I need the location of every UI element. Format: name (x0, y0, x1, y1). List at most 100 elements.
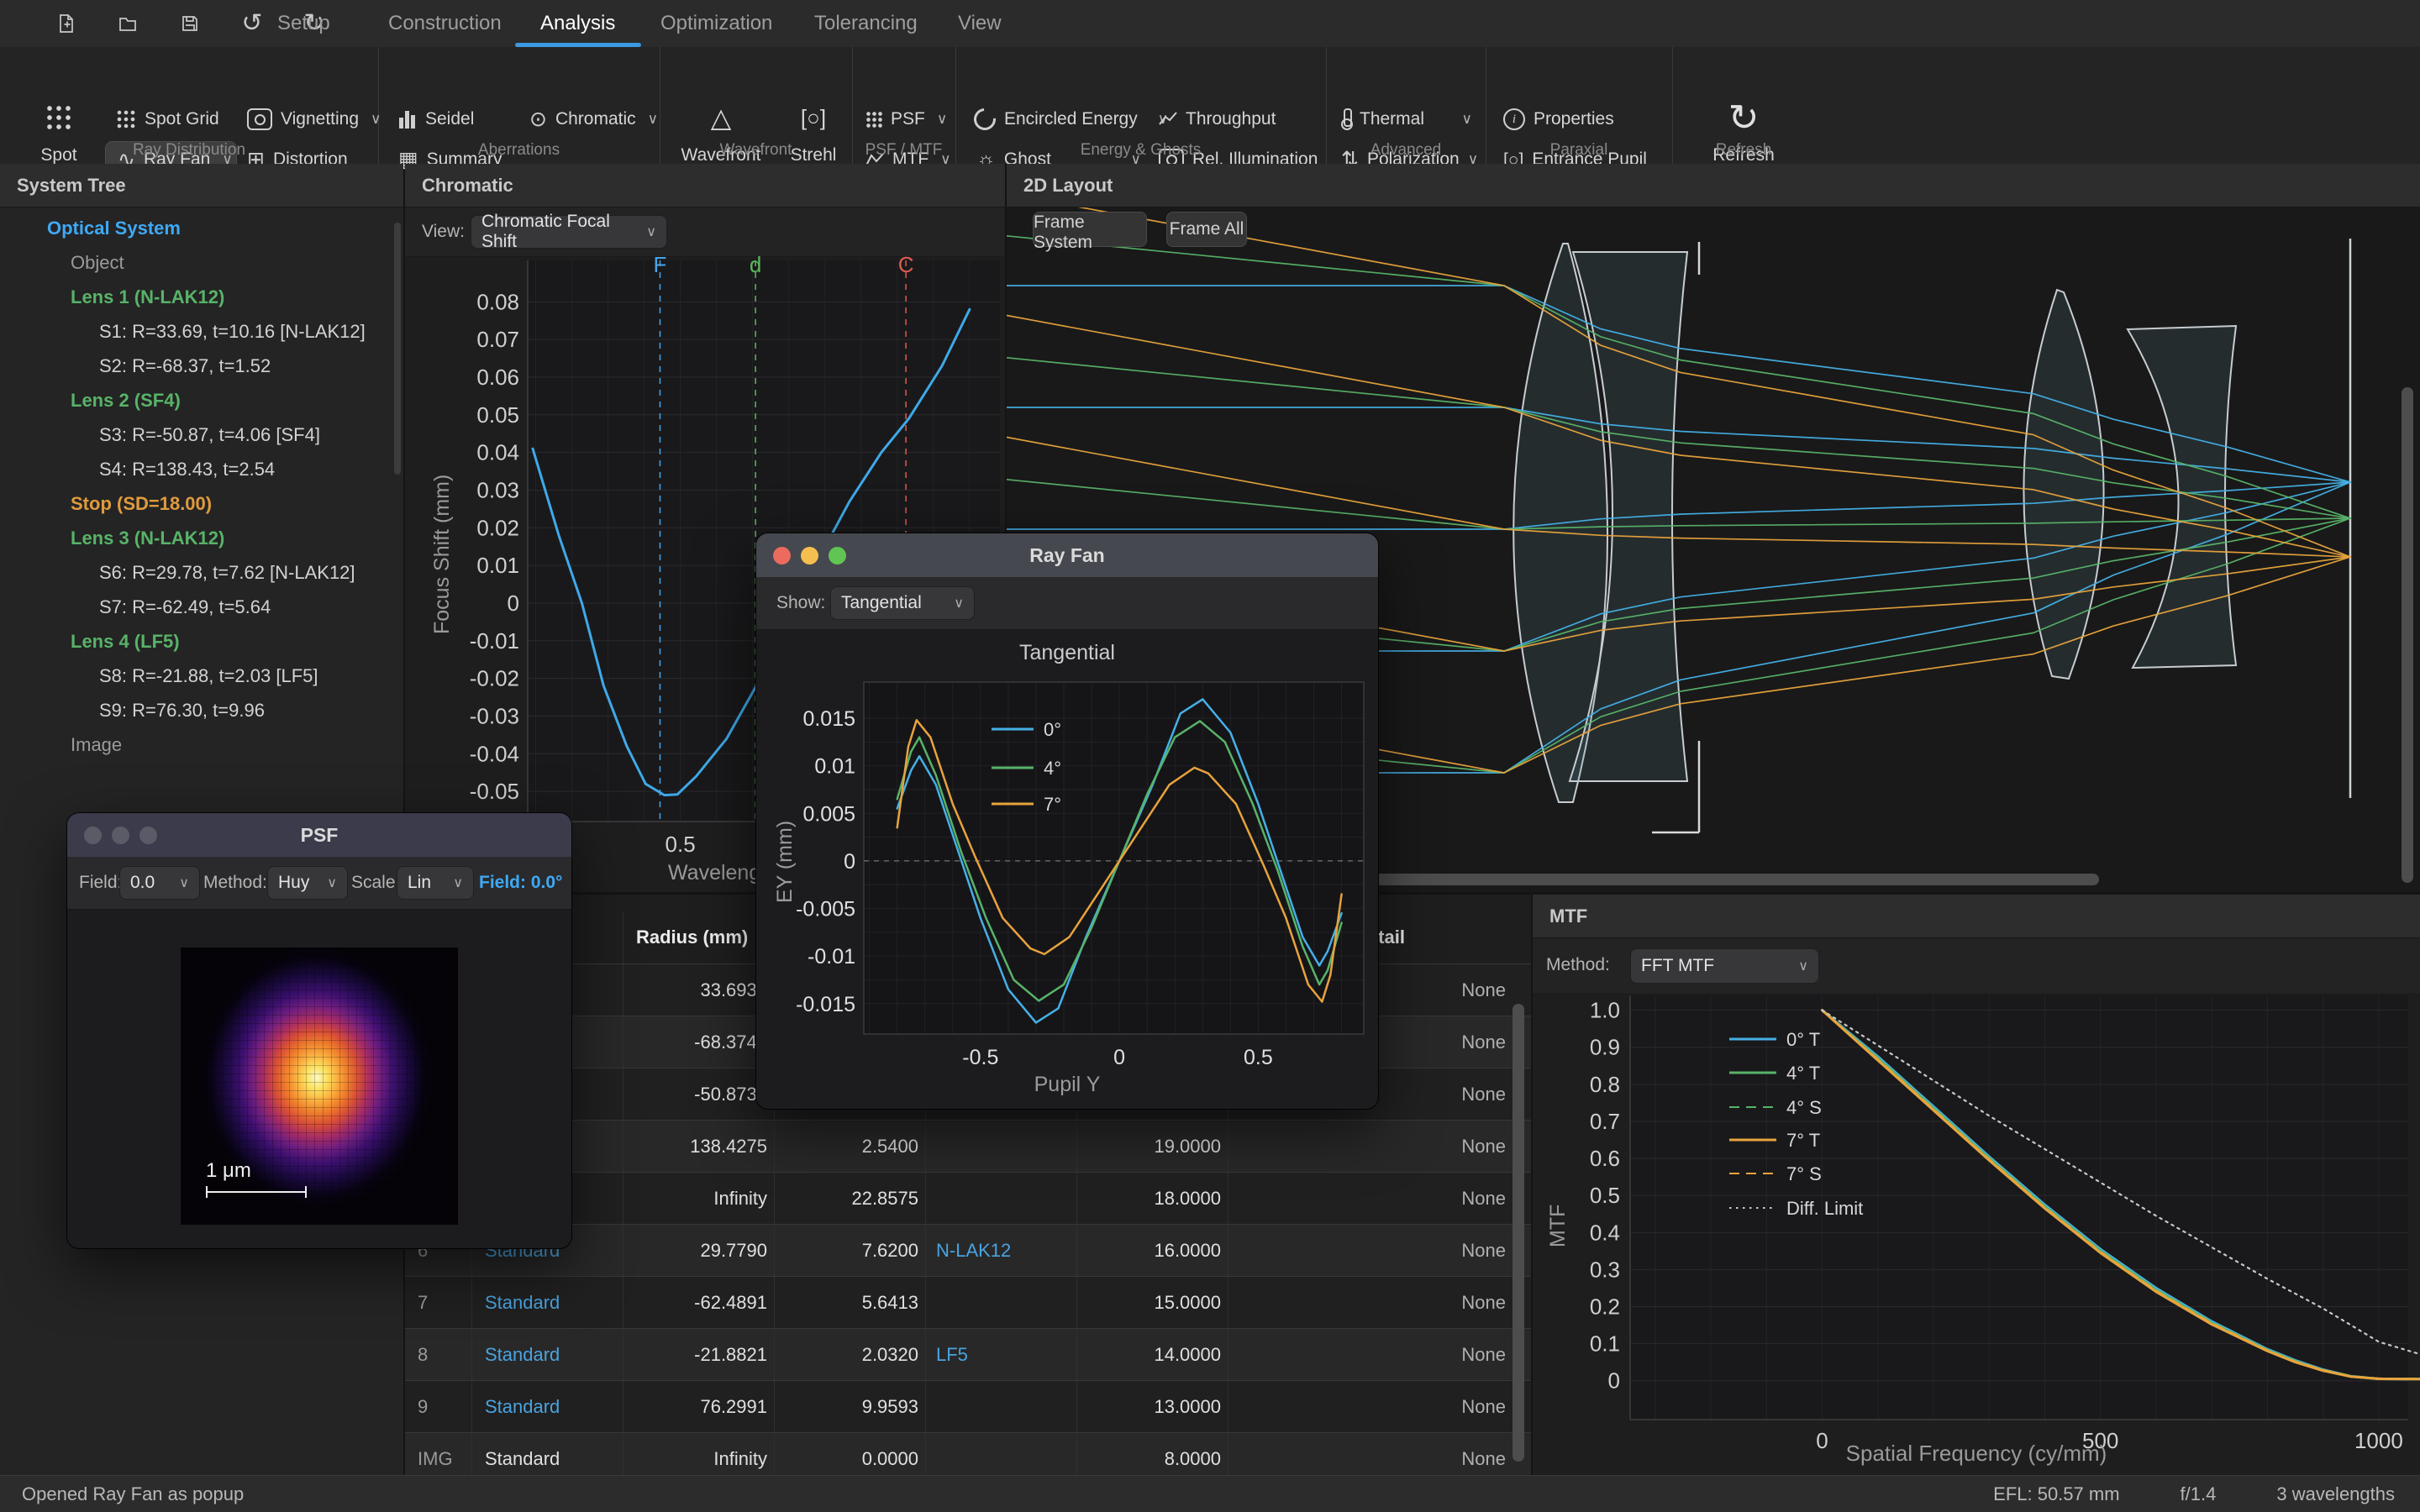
field-info-badge: Field: 0.0° (479, 866, 562, 900)
svg-text:0.4: 0.4 (1590, 1220, 1620, 1245)
svg-text:0.8: 0.8 (1590, 1072, 1620, 1097)
svg-text:0: 0 (1113, 1046, 1125, 1069)
ray-fan-chart-title: Tangential (756, 641, 1378, 665)
minimize-icon[interactable] (112, 827, 129, 844)
table-row[interactable]: 9Standard76.29919.959313.0000None (405, 1380, 1531, 1432)
svg-text:0.005: 0.005 (802, 802, 855, 826)
encircled-energy-button[interactable]: Encircled Energy ∨ (974, 101, 1168, 138)
table-row[interactable]: 5StandardInfinity22.857518.0000None (405, 1172, 1531, 1224)
svg-text:d: d (750, 256, 761, 277)
tree-item[interactable]: S7: R=-62.49, t=5.64 (0, 590, 398, 624)
svg-text:0° T: 0° T (1786, 1029, 1820, 1050)
method-dropdown[interactable]: FFT MTF∨ (1630, 948, 1819, 984)
layout-vertical-scrollbar[interactable] (2402, 387, 2413, 883)
view-dropdown[interactable]: Chromatic Focal Shift∨ (471, 215, 667, 249)
tab-setup[interactable]: Setup (277, 0, 330, 47)
close-icon[interactable] (773, 547, 791, 564)
psf-button[interactable]: PSF ∨ (865, 101, 947, 138)
svg-text:0.06: 0.06 (476, 365, 519, 390)
tree-scrollbar[interactable] (394, 223, 401, 475)
table-row[interactable]: 8Standard-21.88212.0320LF514.0000None (405, 1328, 1531, 1380)
tree-item[interactable]: Object (0, 245, 398, 280)
ray-fan-xlabel: Pupil Y (756, 1073, 1378, 1097)
tree-item[interactable]: Optical System (0, 211, 398, 245)
svg-text:0.01: 0.01 (814, 755, 855, 779)
spot-grid-button[interactable]: Spot Grid (116, 101, 219, 138)
minimize-icon[interactable] (801, 547, 818, 564)
psf-intensity-image: 1 μm (181, 948, 458, 1225)
undo-icon[interactable]: ↺ (239, 11, 265, 36)
open-folder-icon[interactable] (115, 11, 140, 36)
seidel-button[interactable]: Seidel (398, 101, 474, 138)
new-file-icon[interactable] (54, 11, 79, 36)
properties-button[interactable]: i Properties (1503, 101, 1614, 138)
svg-text:-0.5: -0.5 (962, 1046, 998, 1069)
psf-controls: Field: 0.0∨ Method: Huy∨ Scale: Lin∨ Fie… (67, 857, 571, 910)
ray-fan-controls: Show: Tangential∨ (756, 577, 1378, 630)
vignetting-button[interactable]: Vignetting ∨ (247, 101, 381, 138)
svg-text:0.01: 0.01 (476, 553, 519, 578)
mtf-header: MTF (1533, 895, 2420, 938)
svg-text:-0.005: -0.005 (796, 898, 855, 921)
tab-analysis[interactable]: Analysis (540, 0, 615, 47)
group-refresh: ↻ RefreshAll Refresh (1672, 47, 1815, 164)
view-label: View: (422, 215, 465, 249)
tree-item[interactable]: S1: R=33.69, t=10.16 [N-LAK12] (0, 314, 398, 349)
group-label: Refresh (1672, 141, 1815, 160)
table-scrollbar[interactable] (1512, 1004, 1524, 1462)
frame-all-button[interactable]: Frame All (1166, 212, 1247, 247)
tree-item[interactable]: Stop (SD=18.00) (0, 486, 398, 521)
svg-text:0.02: 0.02 (476, 515, 519, 540)
tree-item[interactable]: Lens 3 (N-LAK12) (0, 521, 398, 555)
frame-system-button[interactable]: Frame System (1033, 212, 1147, 247)
tab-tolerancing[interactable]: Tolerancing (814, 0, 918, 47)
svg-text:-0.05: -0.05 (470, 779, 519, 804)
tree-item[interactable]: Lens 4 (LF5) (0, 624, 398, 659)
group-advanced: Thermal ∨ ⇅ Polarization ∨ Advanced (1326, 47, 1486, 164)
system-tree-list: Optical SystemObjectLens 1 (N-LAK12)S1: … (0, 211, 398, 762)
zoom-icon[interactable] (829, 547, 846, 564)
zoom-icon[interactable] (139, 827, 157, 844)
tree-item[interactable]: S4: R=138.43, t=2.54 (0, 452, 398, 486)
tree-item[interactable]: Lens 2 (SF4) (0, 383, 398, 417)
svg-text:7° T: 7° T (1786, 1130, 1820, 1151)
close-icon[interactable] (84, 827, 102, 844)
tree-item[interactable]: S2: R=-68.37, t=1.52 (0, 349, 398, 383)
chromatic-header: Chromatic (405, 164, 1005, 207)
tree-item[interactable]: S8: R=-21.88, t=2.03 [LF5] (0, 659, 398, 693)
field-dropdown[interactable]: 0.0∨ (119, 866, 200, 900)
tab-view[interactable]: View (958, 0, 1002, 47)
group-wavefront: △ Wavefront/ OPD [○] StrehlRatio Wavefro… (660, 47, 853, 164)
group-label: Ray Distribution (0, 141, 378, 160)
status-bar: Opened Ray Fan as popup EFL: 50.57 mm f/… (0, 1475, 2420, 1512)
layout-2d-header: 2D Layout (1007, 164, 2420, 207)
svg-text:0.2: 0.2 (1590, 1294, 1620, 1319)
tree-item[interactable]: S6: R=29.78, t=7.62 [N-LAK12] (0, 555, 398, 590)
throughput-button[interactable]: Throughput (1159, 101, 1276, 138)
status-message: Opened Ray Fan as popup (22, 1483, 244, 1505)
scale-dropdown[interactable]: Lin∨ (397, 866, 474, 900)
tree-item[interactable]: S9: R=76.30, t=9.96 (0, 693, 398, 727)
show-dropdown[interactable]: Tangential∨ (830, 586, 975, 620)
svg-text:0.5: 0.5 (1244, 1046, 1273, 1069)
tab-optimization[interactable]: Optimization (660, 0, 772, 47)
group-label: Aberrations (378, 141, 660, 160)
table-row[interactable]: 6Standard29.77907.6200N-LAK1216.0000None (405, 1224, 1531, 1276)
chromatic-ylabel: Focus Shift (mm) (430, 475, 455, 634)
svg-text:0.04: 0.04 (476, 440, 519, 465)
mtf-panel: MTF Method: FFT MTF∨ 1.00.90.80.70.60.50… (1533, 895, 2420, 1475)
tree-item[interactable]: Image (0, 727, 398, 762)
chromatic-button[interactable]: ⊙ Chromatic ∨ (529, 101, 658, 138)
svg-text:0.9: 0.9 (1590, 1035, 1620, 1060)
tab-construction[interactable]: Construction (388, 0, 502, 47)
thermal-button[interactable]: Thermal ∨ (1341, 101, 1472, 138)
chromatic-controls: View: Chromatic Focal Shift∨ (405, 207, 1005, 257)
psf-method-dropdown[interactable]: Huy∨ (267, 866, 348, 900)
table-row[interactable]: 7Standard-62.48915.641315.0000None (405, 1276, 1531, 1328)
table-row[interactable]: 4Standard138.42752.540019.0000None (405, 1120, 1531, 1172)
tree-item[interactable]: S3: R=-50.87, t=4.06 [SF4] (0, 417, 398, 452)
tree-item[interactable]: Lens 1 (N-LAK12) (0, 280, 398, 314)
group-aberrations: Seidel ⊙ Chromatic ∨ ▦ Summary Aberratio… (378, 47, 660, 164)
table-row[interactable]: IMGStandardInfinity0.00008.0000None (405, 1432, 1531, 1475)
save-icon[interactable] (177, 11, 203, 36)
